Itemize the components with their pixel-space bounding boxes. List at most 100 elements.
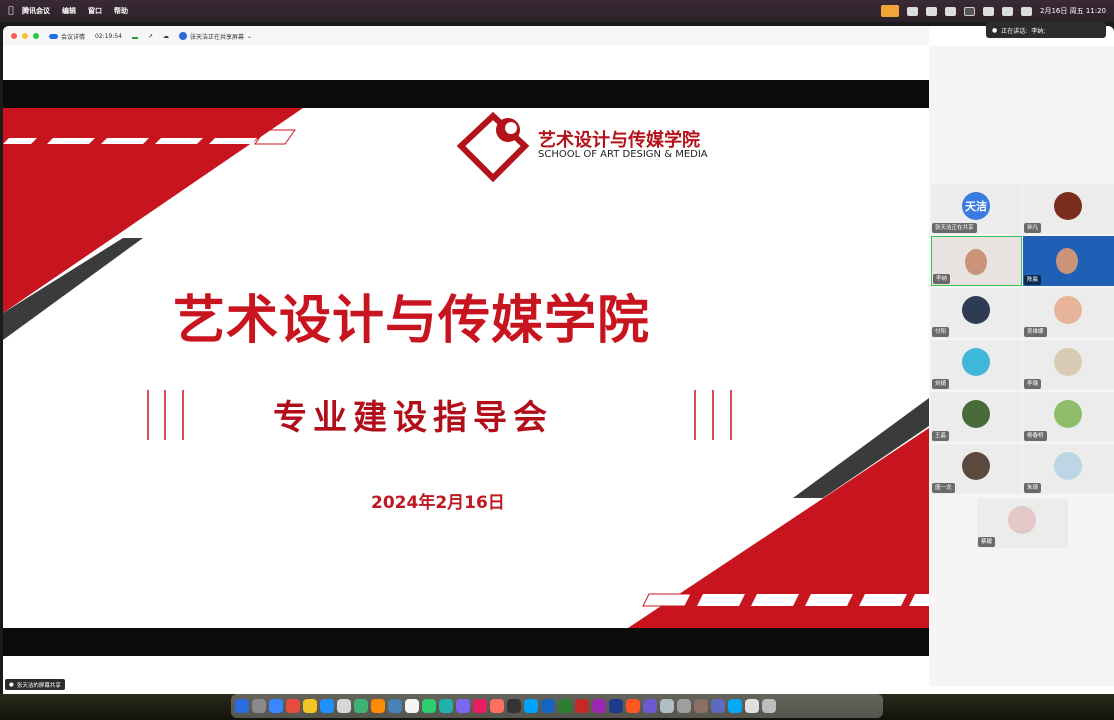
wifi-icon[interactable]: [983, 6, 995, 16]
participant-tile[interactable]: 唐一龙: [931, 444, 1022, 494]
dock-app-icon[interactable]: [337, 699, 351, 713]
menu-help[interactable]: 帮助: [114, 6, 128, 16]
window-bottom-strip: [3, 676, 929, 694]
participant-name: 付阳: [932, 327, 950, 337]
participant-name: 杨春桥: [1024, 431, 1047, 441]
participant-tile[interactable]: 吴维娜: [1023, 288, 1114, 338]
participant-avatar: [1054, 452, 1082, 480]
participant-name: 朱琦: [1024, 483, 1042, 493]
participant-avatar: [962, 452, 990, 480]
sharer-avatar-icon: [179, 32, 187, 40]
dock-app-icon[interactable]: [677, 699, 691, 713]
dock-app-icon[interactable]: [422, 699, 436, 713]
speaking-label: 正在讲话:: [1001, 27, 1028, 35]
school-logo-icon: [456, 111, 530, 183]
dock-app-icon[interactable]: [235, 699, 249, 713]
dock-app-icon[interactable]: [541, 699, 555, 713]
dock-app-icon[interactable]: [626, 699, 640, 713]
meeting-status-icon[interactable]: [881, 5, 900, 17]
user-icon: ●: [9, 681, 14, 688]
participant-tile[interactable]: 王晶: [931, 392, 1022, 442]
participant-tile[interactable]: 蔡婕: [977, 498, 1068, 548]
dock-app-icon[interactable]: [592, 699, 606, 713]
participant-face: [965, 249, 987, 275]
participant-name: 陈晨: [1024, 275, 1042, 285]
participant-tile[interactable]: 李璐: [1023, 340, 1114, 390]
apple-icon[interactable]: : [0, 6, 22, 16]
dock-app-icon[interactable]: [320, 699, 334, 713]
menu-window[interactable]: 窗口: [88, 6, 102, 16]
slide-decoration: [3, 108, 929, 628]
participant-avatar: 天洁: [962, 192, 990, 220]
participant-tile[interactable]: 陈晨: [1023, 236, 1114, 286]
participant-tile[interactable]: 刘婧: [931, 340, 1022, 390]
speaking-name: 李纳;: [1031, 27, 1046, 35]
dock-app-icon[interactable]: [269, 699, 283, 713]
participant-tile[interactable]: 付阳: [931, 288, 1022, 338]
slide-title: 艺术设计与传媒学院: [173, 291, 651, 351]
participant-name: 李纳: [933, 274, 951, 284]
participant-avatar: [1008, 506, 1036, 534]
participant-tile[interactable]: 天洁 张天洁正在共享: [931, 184, 1022, 234]
dock-app-icon[interactable]: [252, 699, 266, 713]
menu-edit[interactable]: 编辑: [62, 6, 76, 16]
dock-app-icon[interactable]: [762, 699, 776, 713]
participant-name: 蔡婕: [978, 537, 996, 547]
dock-app-icon[interactable]: [286, 699, 300, 713]
sharing-status-button[interactable]: 张天洁正在共享屏幕 ⌄: [179, 32, 252, 41]
dock-app-icon[interactable]: [490, 699, 504, 713]
dock-app-icon[interactable]: [405, 699, 419, 713]
logo-english-name: SCHOOL OF ART DESIGN & MEDIA: [538, 149, 708, 160]
cloud-icon[interactable]: ☁: [163, 33, 169, 40]
minimize-window-button[interactable]: [22, 33, 28, 39]
participant-tile[interactable]: 李纳: [931, 236, 1022, 286]
slide-letterbox-bottom: [3, 628, 929, 656]
participant-avatar: [1054, 348, 1082, 376]
keyboard-icon[interactable]: [964, 6, 976, 16]
dock-app-icon[interactable]: [456, 699, 470, 713]
pop-out-icon[interactable]: ↗: [148, 33, 153, 40]
participant-name: 唐一龙: [932, 483, 955, 493]
participant-avatar: [962, 296, 990, 324]
dock-app-icon[interactable]: [711, 699, 725, 713]
dock-app-icon[interactable]: [745, 699, 759, 713]
participant-name: 王晶: [932, 431, 950, 441]
network-signal-icon[interactable]: [131, 33, 138, 39]
slide-date: 2024年2月16日: [371, 493, 505, 513]
participant-tile[interactable]: 杨春桥: [1023, 392, 1114, 442]
menu-bar:  腾讯会议 编辑 窗口 帮助 2月16日 周五 11:20: [0, 0, 1114, 22]
menu-app-name[interactable]: 腾讯会议: [22, 6, 50, 16]
sharer-tag: ● 张天洁的屏幕共享: [5, 679, 65, 690]
dock-app-icon[interactable]: [507, 699, 521, 713]
dock-app-icon[interactable]: [524, 699, 538, 713]
dock-app-icon[interactable]: [354, 699, 368, 713]
dock-app-icon[interactable]: [575, 699, 589, 713]
close-window-button[interactable]: [11, 33, 17, 39]
participant-name: 李璐: [1024, 379, 1042, 389]
search-icon[interactable]: [1002, 6, 1014, 16]
wechat-icon[interactable]: [945, 6, 957, 16]
window-titlebar: 会议详情 02:19:54 ↗ ☁ 张天洁正在共享屏幕 ⌄: [3, 26, 929, 46]
sharing-status-label: 张天洁正在共享屏幕: [190, 33, 245, 41]
dock-app-icon[interactable]: [388, 699, 402, 713]
clock[interactable]: 2月16日 周五 11:20: [1040, 6, 1106, 16]
participant-avatar: [1054, 192, 1082, 220]
meeting-details-button[interactable]: 会议详情: [49, 32, 85, 41]
dock-app-icon[interactable]: [694, 699, 708, 713]
dock-app-icon[interactable]: [643, 699, 657, 713]
dock-app-icon[interactable]: [439, 699, 453, 713]
tencent-meeting-icon[interactable]: [907, 6, 919, 16]
dock-app-icon[interactable]: [558, 699, 572, 713]
dock-app-icon[interactable]: [728, 699, 742, 713]
control-center-icon[interactable]: [1021, 6, 1033, 16]
apps-icon[interactable]: [926, 6, 938, 16]
dock: [231, 694, 883, 718]
zoom-window-button[interactable]: [33, 33, 39, 39]
dock-app-icon[interactable]: [660, 699, 674, 713]
participant-tile[interactable]: 钟凡: [1023, 184, 1114, 234]
dock-app-icon[interactable]: [371, 699, 385, 713]
dock-app-icon[interactable]: [473, 699, 487, 713]
participant-tile[interactable]: 朱琦: [1023, 444, 1114, 494]
dock-app-icon[interactable]: [303, 699, 317, 713]
dock-app-icon[interactable]: [609, 699, 623, 713]
